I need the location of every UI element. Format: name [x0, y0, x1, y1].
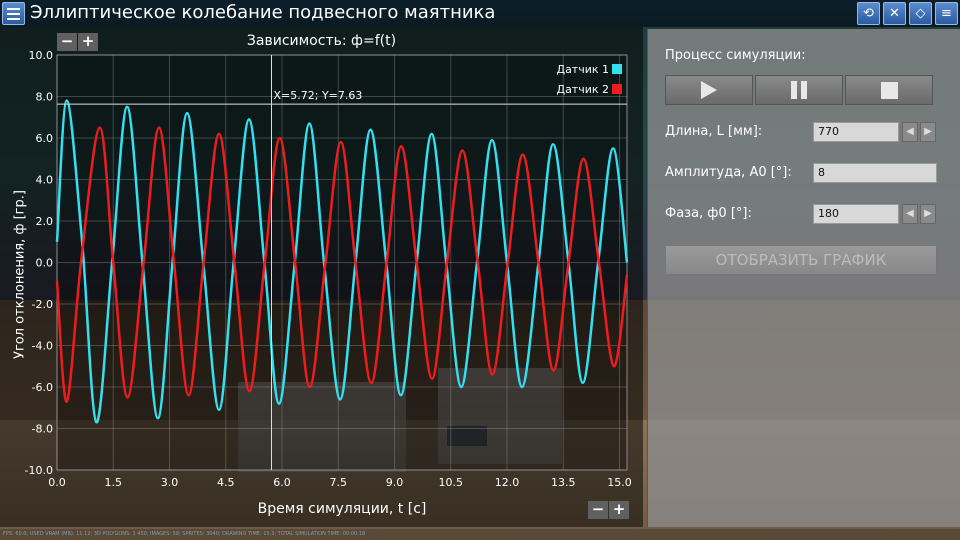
- y-axis-label: Угол отклонения, ф [гр.]: [12, 190, 28, 359]
- y-tick-label: -4.0: [32, 340, 53, 353]
- legend-swatch-2: [612, 84, 622, 94]
- app-title: Эллиптическое колебание подвесного маятн…: [30, 2, 496, 23]
- length-label: Длина, L [мм]:: [665, 124, 763, 139]
- length-field[interactable]: 770: [813, 122, 899, 142]
- y-tick-label: 10.0: [29, 49, 54, 62]
- chart: 10.08.06.04.02.00.0-2.0-4.0-6.0-8.0-10.0…: [25, 49, 632, 489]
- pause-icon: [791, 81, 807, 99]
- play-button[interactable]: [665, 75, 753, 105]
- x-tick-label: 0.0: [48, 476, 66, 489]
- length-decrease-button[interactable]: ◀: [902, 122, 918, 142]
- x-tick-label: 3.0: [161, 476, 179, 489]
- y-tick-label: 0.0: [36, 257, 54, 270]
- x-tick-label: 6.0: [273, 476, 291, 489]
- legend-label-2: Датчик 2: [556, 83, 609, 96]
- x-tick-label: 13.5: [551, 476, 576, 489]
- refresh-icon[interactable]: ⟲: [857, 2, 880, 25]
- status-bar: FPS: 60.0; USED VRAM (MB): 11.12; 3D POL…: [0, 529, 960, 540]
- cursor-readout: X=5.72; Y=7.63: [274, 89, 363, 102]
- x-tick-label: 10.5: [439, 476, 464, 489]
- y-tick-label: -6.0: [32, 381, 53, 394]
- y-tick-label: 6.0: [36, 132, 54, 145]
- simulation-controls: [665, 75, 933, 105]
- x-tick-label: 1.5: [105, 476, 123, 489]
- x-axis-label: Время симуляции, t [с]: [257, 501, 427, 517]
- x-tick-label: 15.0: [607, 476, 632, 489]
- toolbar: ⟲ ✕ ◇ ≡: [857, 2, 958, 25]
- x-tick-label: 12.0: [495, 476, 520, 489]
- y-tick-label: -8.0: [32, 423, 53, 436]
- phase-label: Фаза, ф0 [°]:: [665, 206, 752, 221]
- eraser-icon[interactable]: ◇: [909, 2, 932, 25]
- y-tick-label: 4.0: [36, 174, 54, 187]
- list-icon[interactable]: ≡: [935, 2, 958, 25]
- chart-panel: 10.0 8.0 6.0 4.0 2.0 0.0 -2.0 -4.0 -6.0 -8.0 -10.0…: [0, 27, 643, 527]
- pause-button[interactable]: [755, 75, 843, 105]
- y-tick-label: 8.0: [36, 91, 54, 104]
- y-tick-label: 2.0: [36, 215, 54, 228]
- phase-field[interactable]: 180: [813, 204, 899, 224]
- show-graph-button[interactable]: ОТОБРАЗИТЬ ГРАФИК: [665, 245, 937, 275]
- zoom-x-in-button[interactable]: +: [609, 501, 629, 519]
- legend-label-1: Датчик 1: [556, 63, 609, 76]
- control-panel: Процесс симуляции: Длина, L [мм]: 770 ◀ …: [647, 29, 960, 527]
- length-increase-button[interactable]: ▶: [920, 122, 936, 142]
- menu-icon[interactable]: [2, 2, 25, 25]
- amplitude-label: Амплитуда, А0 [°]:: [665, 165, 792, 180]
- phase-increase-button[interactable]: ▶: [920, 204, 936, 224]
- y-tick-label: -2.0: [32, 298, 53, 311]
- length-stepper: ◀ ▶: [902, 122, 936, 142]
- title-bar: Эллиптическое колебание подвесного маятн…: [0, 0, 960, 27]
- phase-decrease-button[interactable]: ◀: [902, 204, 918, 224]
- zoom-y-controls: − +: [57, 33, 98, 51]
- play-icon: [701, 81, 717, 99]
- process-label: Процесс симуляции:: [665, 48, 806, 63]
- stop-button[interactable]: [845, 75, 933, 105]
- mute-icon[interactable]: ✕: [883, 2, 906, 25]
- x-tick-label: 4.5: [217, 476, 235, 489]
- zoom-y-out-button[interactable]: −: [57, 33, 77, 51]
- x-tick-label: 7.5: [330, 476, 348, 489]
- legend-swatch-1: [612, 64, 622, 74]
- zoom-x-out-button[interactable]: −: [588, 501, 608, 519]
- phase-stepper: ◀ ▶: [902, 204, 936, 224]
- amplitude-field[interactable]: 8: [813, 163, 937, 183]
- zoom-y-in-button[interactable]: +: [78, 33, 98, 51]
- stop-icon: [880, 81, 898, 99]
- x-tick-label: 9.0: [386, 476, 404, 489]
- zoom-x-controls: − +: [588, 501, 629, 519]
